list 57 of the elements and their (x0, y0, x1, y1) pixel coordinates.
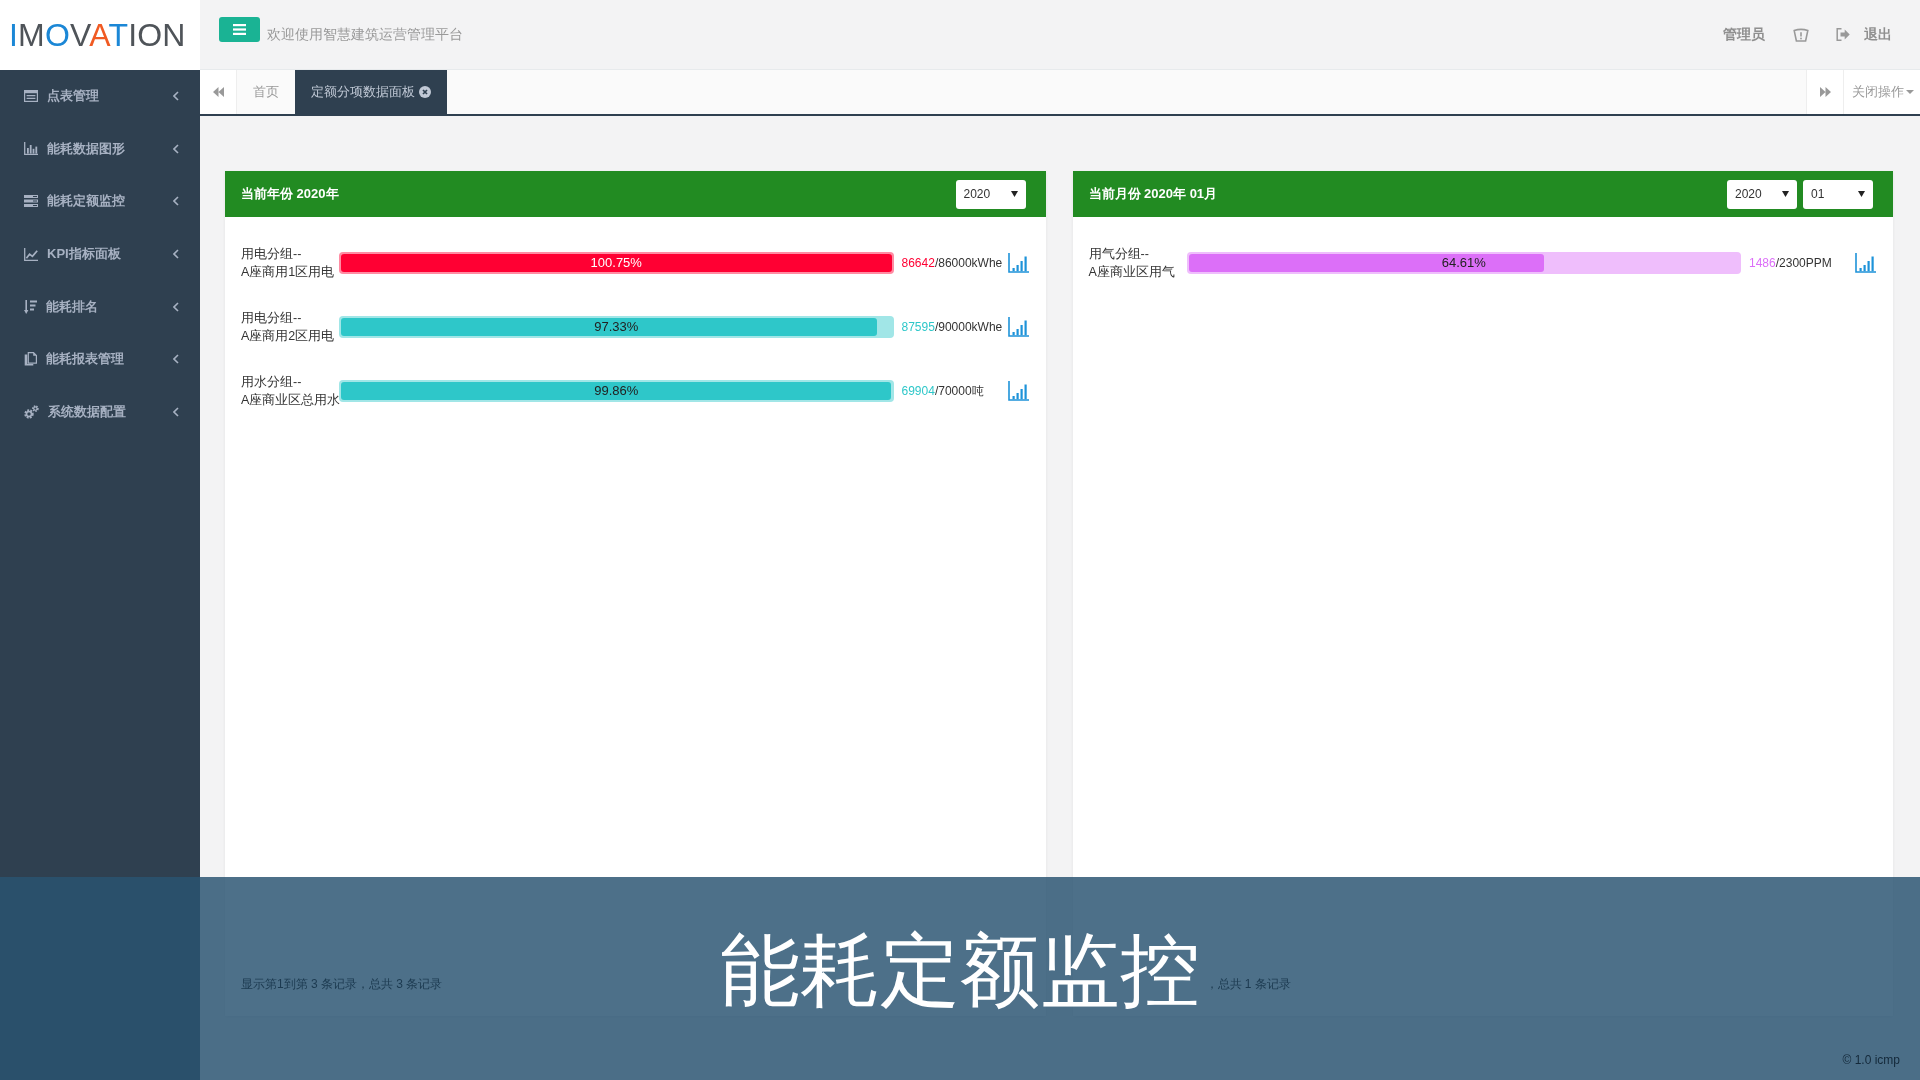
quota-reading: 1486/2300PPM (1749, 256, 1833, 270)
sidebar-item[interactable]: 能耗定额监控 (0, 175, 200, 228)
user-menu[interactable]: 管理员 (1723, 25, 1765, 44)
menu-button[interactable] (219, 16, 260, 42)
bar-chart-icon[interactable] (1855, 253, 1876, 273)
quota-reading: 86642/86000kWhe (901, 256, 1004, 270)
list-icon (24, 195, 38, 208)
panel-title: 当前年份 2020年 (241, 185, 339, 203)
year-select[interactable]: 2020 (955, 179, 1026, 209)
sort-icon (24, 299, 37, 314)
scroll-left-button[interactable] (200, 70, 237, 114)
bar-chart-icon[interactable] (1007, 381, 1029, 401)
percent-label: 64.61% (1441, 254, 1486, 272)
welcome-text: 欢迎使用智慧建筑运营管理平台 (267, 25, 463, 44)
tab[interactable]: 定额分项数据面板 (295, 70, 447, 114)
menu-icon (233, 23, 246, 35)
percent-label: 97.33% (594, 318, 639, 336)
scroll-right-button[interactable] (1806, 70, 1843, 114)
close-icon[interactable] (419, 86, 431, 98)
line-chart-icon (24, 247, 38, 261)
year-select[interactable]: 2020 (1727, 179, 1797, 209)
logout-icon (1836, 28, 1850, 41)
double-left-icon (212, 87, 224, 97)
sidebar-item[interactable]: 系统数据配置 (0, 385, 200, 439)
percent-label: 99.86% (594, 382, 639, 400)
table-icon (24, 90, 38, 103)
logo: IMOVATION (9, 19, 186, 51)
row-label: 用电分组-- A座商用1区用电 (241, 246, 336, 281)
caret-down-icon (1782, 191, 1789, 197)
caret-down-icon (1010, 191, 1018, 197)
double-right-icon (1819, 87, 1831, 97)
copyright-text: © 1.0 icmp (1842, 1053, 1900, 1067)
bar-chart-icon[interactable] (1007, 317, 1029, 337)
row-label: 用电分组-- A座商用2区用电 (241, 310, 336, 345)
sidebar-item[interactable]: 能耗报表管理 (0, 332, 200, 386)
sidebar-item[interactable]: 能耗数据图形 (0, 122, 200, 176)
quota-reading: 69904/70000吨 (901, 382, 985, 400)
logout-link[interactable]: 退出 (1836, 25, 1892, 44)
files-icon (24, 352, 37, 367)
quota-reading: 87595/90000kWhe (901, 320, 1004, 334)
close-tabs-menu[interactable]: 关闭操作 (1843, 70, 1920, 114)
caret-down-icon (1858, 191, 1865, 197)
caret-down-icon (1906, 90, 1914, 94)
sidebar-item[interactable]: KPI指标面板 (0, 227, 200, 281)
sidebar-item[interactable]: 能耗排名 (0, 280, 200, 333)
row-label: 用水分组-- A座商业区总用水 (241, 374, 339, 409)
bar-chart-icon[interactable] (1007, 253, 1029, 273)
month-select[interactable]: 01 (1803, 179, 1873, 209)
caption-title: 能耗定额监控 (720, 930, 1200, 1011)
bar-chart-icon (24, 142, 38, 156)
sidebar-item[interactable]: 点表管理 (0, 70, 200, 123)
gears-icon (24, 404, 39, 419)
row-label: 用气分组-- A座商业区用气 (1088, 246, 1176, 281)
percent-label: 100.75% (590, 254, 642, 272)
tab[interactable]: 首页 (237, 70, 295, 114)
panel-title: 当前月份 2020年 01月 (1088, 185, 1218, 203)
badge-icon[interactable] (1793, 27, 1809, 42)
